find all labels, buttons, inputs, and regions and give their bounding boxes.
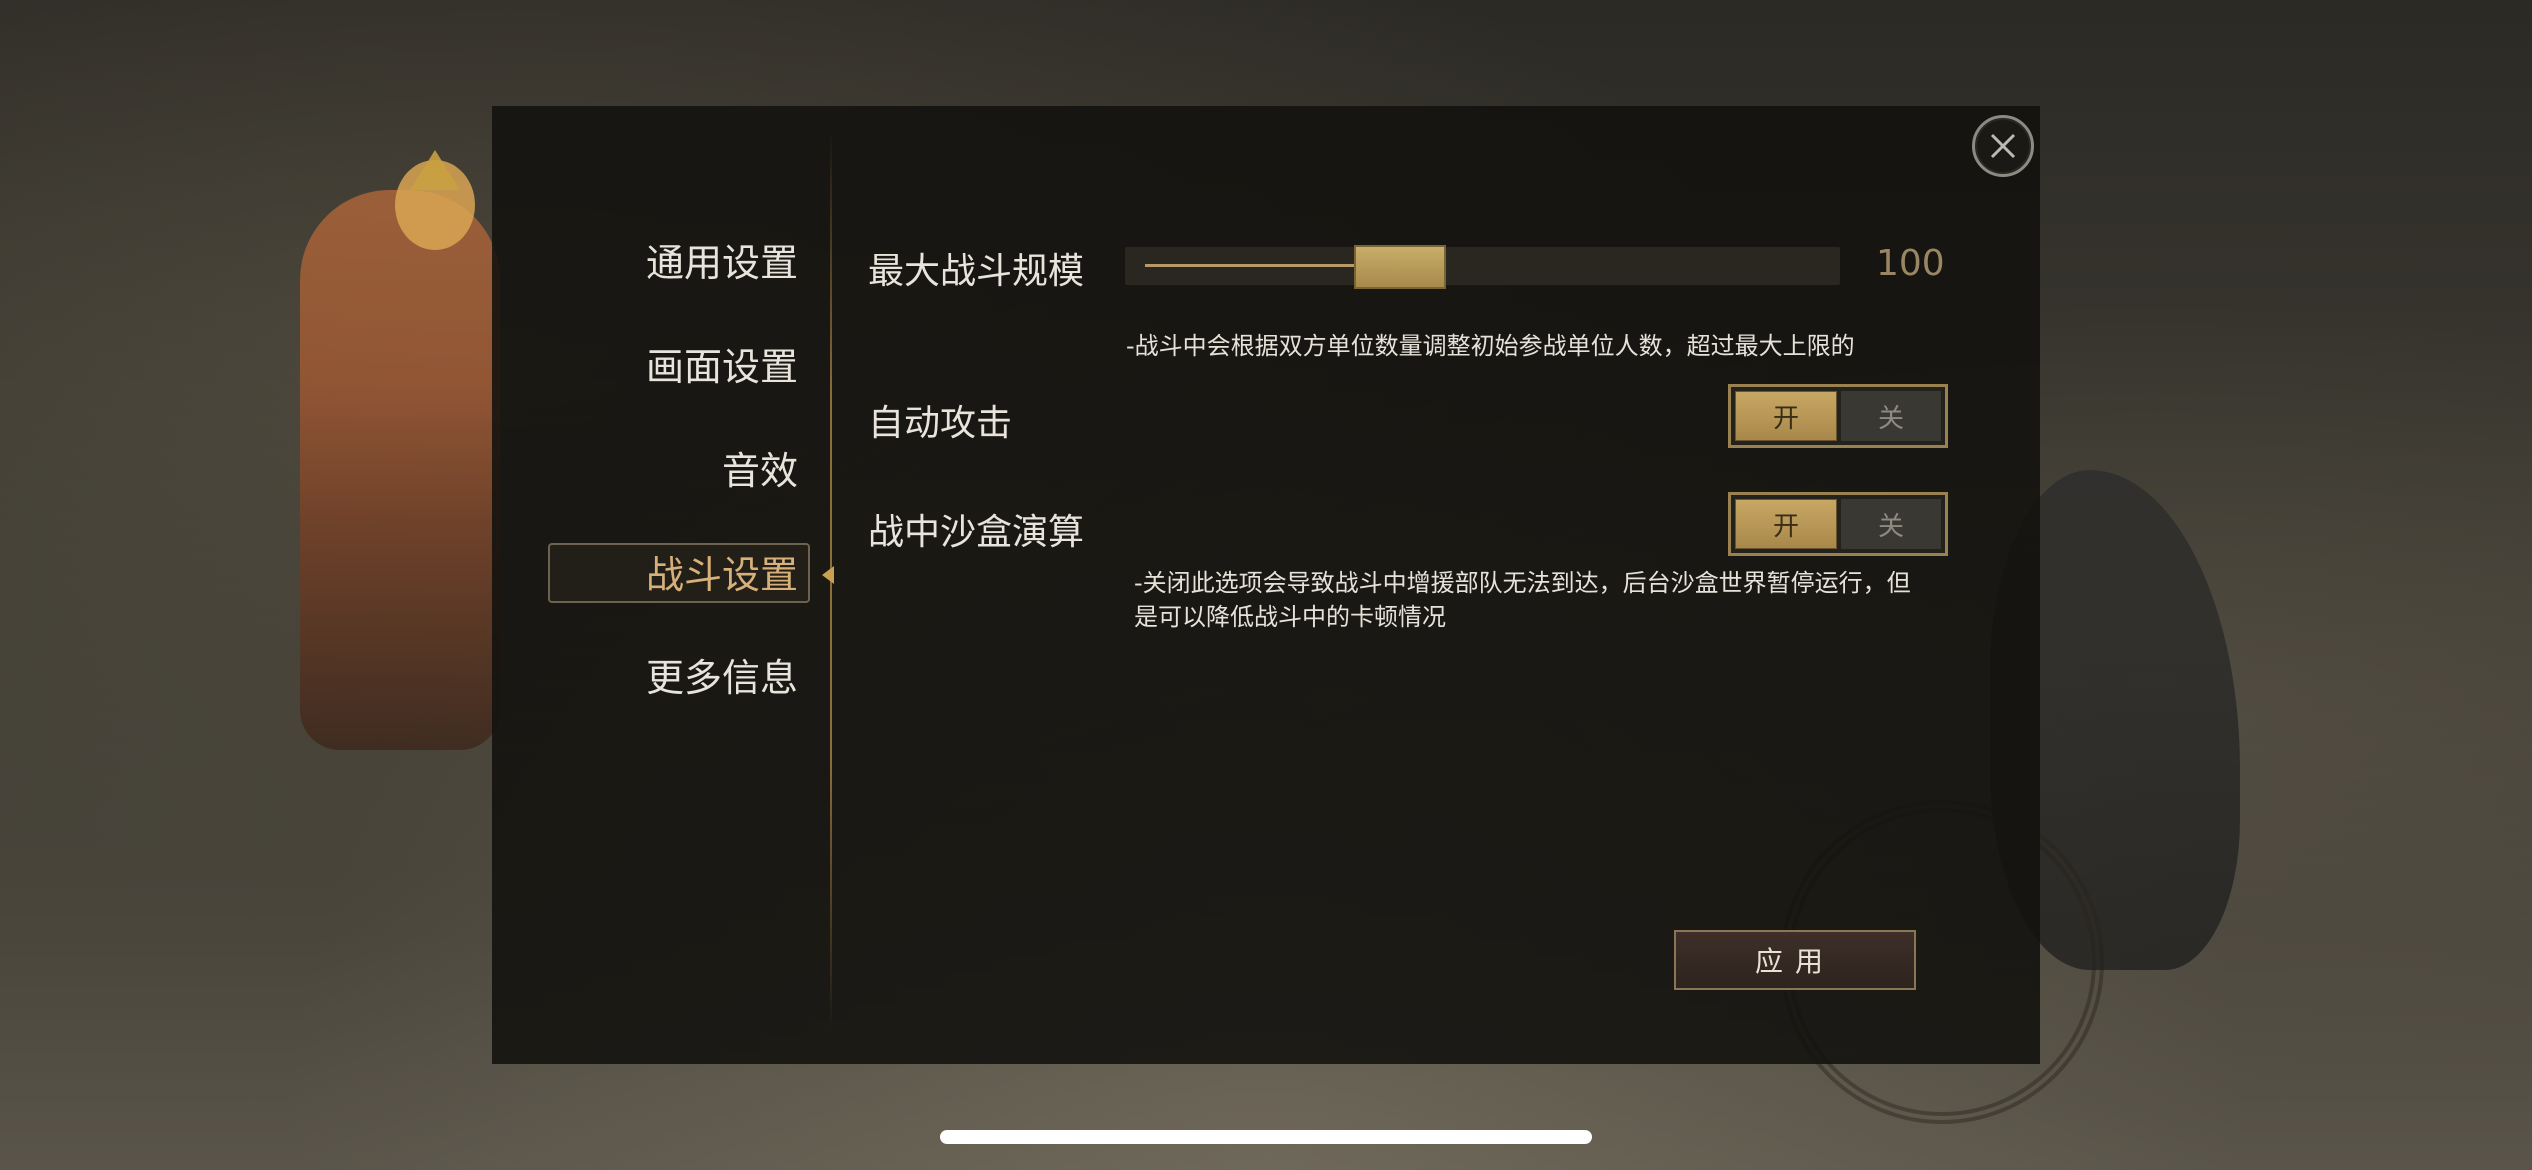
sandbox-sim-toggle[interactable]: 开 关	[1728, 492, 1948, 556]
auto-attack-toggle[interactable]: 开 关	[1728, 384, 1948, 448]
close-button[interactable]	[1972, 115, 2034, 177]
sandbox-sim-on-option[interactable]: 开	[1735, 499, 1837, 549]
max-battle-scale-description: -战斗中会根据双方单位数量调整初始参战单位人数，超过最大上限的	[1126, 332, 1855, 360]
active-nav-pointer-icon	[822, 566, 834, 584]
nav-item-more-info[interactable]: 更多信息	[538, 648, 798, 708]
close-icon	[1990, 133, 2016, 159]
slider-fill	[1145, 264, 1354, 267]
sandbox-sim-off-option[interactable]: 关	[1841, 499, 1941, 549]
nav-item-general-settings[interactable]: 通用设置	[538, 233, 798, 293]
apply-button[interactable]: 应用	[1674, 930, 1916, 990]
auto-attack-off-option[interactable]: 关	[1841, 391, 1941, 441]
max-battle-scale-label: 最大战斗规模	[868, 251, 1085, 292]
home-indicator[interactable]	[940, 1130, 1592, 1144]
sandbox-sim-description: -关闭此选项会导致战斗中增援部队无法到达，后台沙盒世界暂停运行，但是可以降低战斗…	[1134, 569, 1911, 631]
auto-attack-label: 自动攻击	[868, 403, 1013, 444]
nav-item-display-settings[interactable]: 画面设置	[538, 337, 798, 397]
slider-thumb[interactable]	[1354, 245, 1446, 289]
sandbox-sim-label: 战中沙盒演算	[868, 512, 1085, 553]
nav-item-sound[interactable]: 音效	[538, 441, 798, 501]
max-battle-scale-value: 100	[1876, 243, 1945, 284]
nav-item-battle-settings[interactable]: 战斗设置	[548, 543, 810, 603]
background-warrior-figure	[300, 190, 500, 750]
max-battle-scale-slider[interactable]	[1125, 245, 1840, 289]
auto-attack-on-option[interactable]: 开	[1735, 391, 1837, 441]
